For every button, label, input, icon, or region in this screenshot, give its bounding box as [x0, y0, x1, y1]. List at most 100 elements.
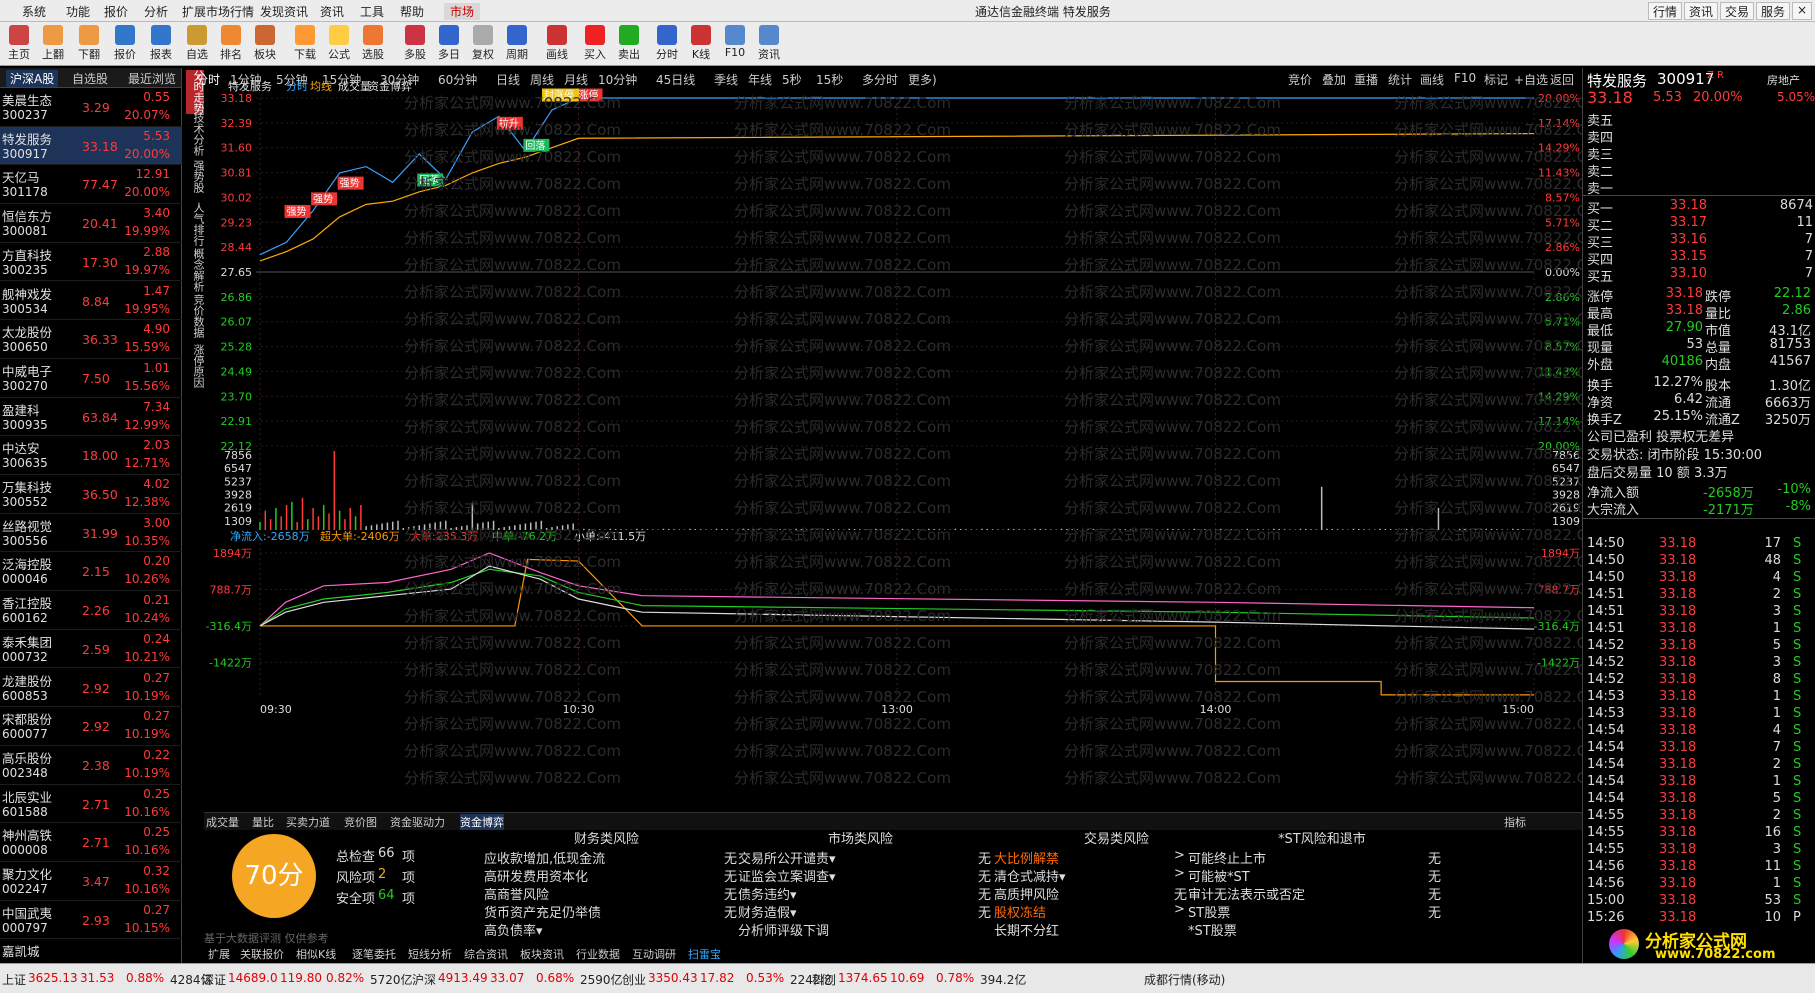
stock-row[interactable]: 太龙股份 300650 36.33 4.90 15.59% — [0, 320, 182, 359]
ext-tab-4[interactable]: 短线分析 — [408, 946, 452, 962]
toolbar-7-button[interactable]: 板块 — [248, 24, 282, 64]
vtab-2[interactable]: 强势股 — [186, 160, 205, 193]
risk-summary-value[interactable]: 64 — [378, 888, 395, 903]
order-row[interactable]: 卖四 — [1587, 127, 1813, 146]
vtab-5[interactable]: 竞价数据 — [186, 294, 205, 338]
stock-row[interactable]: 舰神戏发 300534 8.84 1.47 19.95% — [0, 282, 182, 321]
risk-item[interactable]: 长期不分红 — [994, 920, 1059, 939]
order-row[interactable]: 买二 33.17 11 — [1587, 215, 1813, 234]
order-row[interactable]: 买一 33.18 8674 — [1587, 198, 1813, 217]
menu-quote[interactable]: 报价 — [104, 3, 128, 20]
close-icon[interactable]: × — [1792, 2, 1812, 20]
order-row[interactable]: 卖二 — [1587, 161, 1813, 180]
risk-item[interactable]: 大比例解禁 — [994, 848, 1059, 867]
index-name[interactable]: 创业 — [622, 971, 646, 988]
index-name[interactable]: 科创 — [812, 971, 836, 988]
risk-item[interactable]: ST股票 — [1188, 902, 1230, 921]
toolbar-8-button[interactable]: 下载 — [288, 24, 322, 64]
ext-tab-8[interactable]: 互动调研 — [632, 946, 676, 962]
toolbar-21-button[interactable]: 资讯 — [752, 24, 786, 64]
indicator-tab-4[interactable]: 资金驱动力 — [390, 814, 445, 830]
indicator-tab-5[interactable]: 资金博弈 — [460, 814, 504, 830]
risk-item[interactable]: 应收款增加,低现金流 — [484, 848, 605, 867]
ext-tab-9[interactable]: 扫雷宝 — [688, 946, 721, 962]
risk-item[interactable]: 股权冻结 — [994, 902, 1046, 921]
stock-row[interactable]: 中达安 300635 18.00 2.03 12.71% — [0, 436, 182, 475]
stock-industry[interactable]: 房地产 — [1767, 72, 1800, 88]
menu-market[interactable]: 市场 — [444, 3, 481, 20]
risk-summary-value[interactable]: 2 — [378, 867, 386, 882]
vtab-4[interactable]: 概念解析 — [186, 248, 205, 292]
toolbar-10-button[interactable]: 选股 — [356, 24, 390, 64]
stock-row[interactable]: 中威电子 300270 7.50 1.01 15.56% — [0, 359, 182, 398]
vtab-1[interactable]: 技术分析 — [186, 112, 205, 156]
toolbar-16-button[interactable]: 买入 — [578, 24, 612, 64]
stock-row[interactable]: 恒信东方 300081 20.41 3.40 19.99% — [0, 204, 182, 243]
toolbar-14-button[interactable]: 周期 — [500, 24, 534, 64]
order-row[interactable]: 买四 33.15 7 — [1587, 249, 1813, 268]
risk-summary-value[interactable]: 66 — [378, 846, 395, 861]
toolbar-4-button[interactable]: 报表 — [144, 24, 178, 64]
risk-item[interactable]: 高负债率▾ — [484, 920, 543, 939]
ext-tab-5[interactable]: 综合资讯 — [464, 946, 508, 962]
stock-row[interactable]: 天亿马 301178 77.47 12.91 20.00% — [0, 165, 182, 205]
toolbar-18-button[interactable]: 分时 — [650, 24, 684, 64]
stock-row[interactable]: 盈建科 300935 63.84 7.34 12.99% — [0, 398, 182, 437]
toolbar-2-button[interactable]: 下翻 — [72, 24, 106, 64]
indicator-tab-3[interactable]: 竞价图 — [344, 814, 377, 830]
toolbar-12-button[interactable]: 多日 — [432, 24, 466, 64]
risk-item[interactable]: 审计无法表示或否定 — [1188, 884, 1305, 903]
tab-recent[interactable]: 最近浏览 — [128, 70, 176, 87]
menu-info[interactable]: 资讯 — [320, 3, 344, 20]
intraday-chart[interactable]: 33.18 20.00%32.39 17.14%31.60 14.29%30.81 11… — [204, 68, 1582, 813]
stock-row[interactable]: 丝路视觉 300556 31.99 3.00 10.35% — [0, 514, 182, 553]
indicator-tab-1[interactable]: 量比 — [252, 814, 274, 830]
toolbar-11-button[interactable]: 多股 — [398, 24, 432, 64]
btn-trade[interactable]: 交易 — [1720, 2, 1755, 20]
risk-item[interactable]: 可能被*ST — [1188, 866, 1250, 885]
stock-row[interactable]: 特发服务 300917 33.18 5.53 20.00% — [0, 126, 182, 166]
tab-shsz-a[interactable]: 沪深A股 — [6, 70, 59, 87]
toolbar-19-button[interactable]: K线 — [684, 24, 718, 64]
risk-item[interactable]: 清仓式减持▾ — [994, 866, 1066, 885]
index-name[interactable]: 沪深 — [412, 971, 436, 988]
toolbar-15-button[interactable]: 画线 — [540, 24, 574, 64]
stock-row[interactable]: 神州高铁 000008 2.71 0.25 10.16% — [0, 823, 182, 862]
menu-help[interactable]: 帮助 — [400, 3, 424, 20]
toolbar-0-button[interactable]: 主页 — [2, 24, 36, 64]
order-row[interactable]: 卖三 — [1587, 144, 1813, 163]
stock-row[interactable]: 聚力文化 002247 3.47 0.32 10.16% — [0, 862, 182, 901]
menu-function[interactable]: 功能 — [66, 3, 90, 20]
risk-item[interactable]: 证监会立案调查▾ — [738, 866, 836, 885]
index-name[interactable]: 深证 — [202, 971, 226, 988]
stock-row[interactable]: 北辰实业 601588 2.71 0.25 10.16% — [0, 785, 182, 824]
index-name[interactable]: 上证 — [2, 971, 26, 988]
toolbar-1-button[interactable]: 上翻 — [36, 24, 70, 64]
stock-row[interactable]: 泰禾集团 000732 2.59 0.24 10.21% — [0, 630, 182, 669]
ext-tab-0[interactable]: 扩展 — [208, 946, 230, 962]
toolbar-13-button[interactable]: 复权 — [466, 24, 500, 64]
toolbar-3-button[interactable]: 报价 — [108, 24, 142, 64]
order-row[interactable]: 买三 33.16 7 — [1587, 232, 1813, 251]
menu-discover[interactable]: 发现资讯 — [260, 3, 308, 20]
risk-item[interactable]: 高研发费用资本化 — [484, 866, 588, 885]
risk-item[interactable]: 分析师评级下调 — [738, 920, 829, 939]
menu-system[interactable]: 系统 — [22, 3, 46, 20]
menu-ext-market[interactable]: 扩展市场行情 — [182, 3, 254, 20]
risk-item[interactable]: *ST股票 — [1188, 920, 1237, 939]
toolbar-5-button[interactable]: 自选 — [180, 24, 214, 64]
ext-tab-6[interactable]: 板块资讯 — [520, 946, 564, 962]
toolbar-9-button[interactable]: 公式 — [322, 24, 356, 64]
risk-item[interactable]: 债务违约▾ — [738, 884, 797, 903]
risk-item[interactable]: 财务造假▾ — [738, 902, 797, 921]
stock-row[interactable]: 美晨生态 300237 3.29 0.55 20.07% — [0, 88, 182, 127]
risk-item[interactable]: 货币资产充足仍举债 — [484, 902, 601, 921]
risk-item[interactable]: 可能终止上市 — [1188, 848, 1266, 867]
stock-row[interactable]: 泛海控股 000046 2.15 0.20 10.26% — [0, 552, 182, 592]
stock-row[interactable]: 宋都股份 600077 2.92 0.27 10.19% — [0, 707, 182, 746]
indicator-tab-2[interactable]: 买卖力道 — [286, 814, 330, 830]
indicator-menu[interactable]: 指标 — [1504, 814, 1526, 830]
risk-item[interactable]: 高质押风险 — [994, 884, 1059, 903]
indicator-tab-0[interactable]: 成交量 — [206, 814, 239, 830]
ext-tab-2[interactable]: 相似K线 — [296, 946, 336, 962]
